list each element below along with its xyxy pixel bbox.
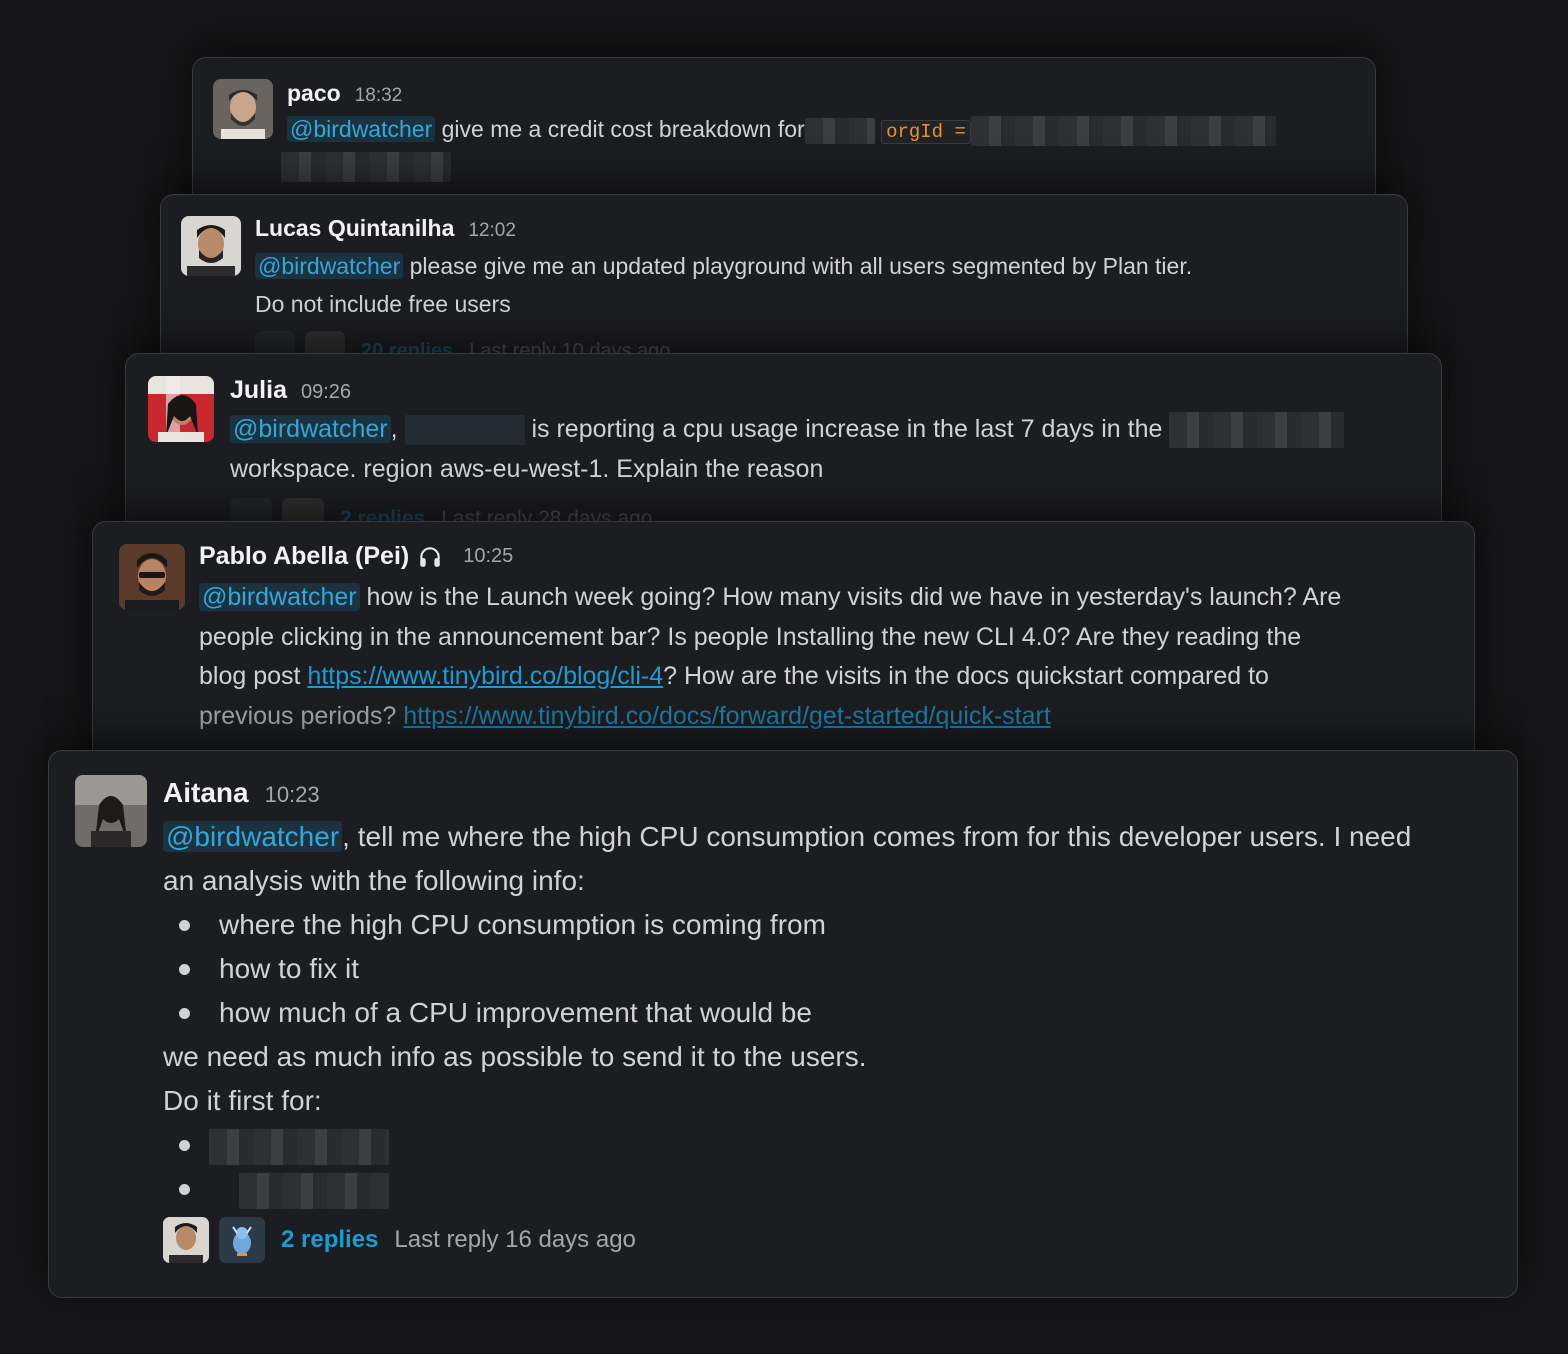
timestamp[interactable]: 12:02 xyxy=(468,220,516,242)
avatar[interactable] xyxy=(213,79,273,139)
timestamp[interactable]: 10:25 xyxy=(463,545,513,568)
user-photo-icon xyxy=(148,376,214,442)
message-text: @birdwatcher, tell me where the high CPU… xyxy=(163,815,1411,1211)
redacted-list xyxy=(163,1123,1411,1211)
message-text-part: workspace. region aws-eu-west-1. Explain… xyxy=(230,454,824,483)
message-text-part: previous periods? xyxy=(199,701,404,730)
mention-birdwatcher[interactable]: @birdwatcher xyxy=(287,116,436,142)
list-item: how to fix it xyxy=(163,947,1411,991)
user-photo-icon xyxy=(213,79,273,139)
avatar[interactable] xyxy=(75,775,147,847)
timestamp[interactable]: 09:26 xyxy=(301,381,351,404)
author-name[interactable]: Lucas Quintanilha xyxy=(255,215,454,242)
last-reply: Last reply 16 days ago xyxy=(394,1226,636,1253)
user-photo-icon xyxy=(119,544,185,610)
mention-birdwatcher[interactable]: @birdwatcher xyxy=(163,821,343,852)
replies-link[interactable]: 2 replies xyxy=(281,1226,378,1254)
bird-icon xyxy=(219,1217,265,1263)
redacted-block xyxy=(804,117,875,144)
message-text-part: blog post xyxy=(199,662,308,690)
mention-birdwatcher[interactable]: @birdwatcher xyxy=(255,253,404,279)
redacted-block xyxy=(209,1128,389,1165)
mention-birdwatcher[interactable]: @birdwatcher xyxy=(199,583,360,611)
author-name[interactable]: Julia xyxy=(230,376,287,405)
user-photo-icon xyxy=(163,1217,209,1263)
message-text-part: Do not include free users xyxy=(255,290,511,317)
avatar[interactable] xyxy=(119,544,185,610)
author-name[interactable]: Pablo Abella (Pei) xyxy=(199,542,409,571)
author-name[interactable]: paco xyxy=(287,80,341,107)
message-text-part: we need as much info as possible to send… xyxy=(163,1041,867,1072)
avatar[interactable] xyxy=(181,216,241,276)
user-photo-icon xyxy=(181,216,241,276)
headphones-icon xyxy=(417,544,443,570)
bullet-list: where the high CPU consumption is coming… xyxy=(163,903,1411,1035)
message-text: @birdwatcher please give me an updated p… xyxy=(255,249,1192,322)
timestamp[interactable]: 18:32 xyxy=(355,85,403,107)
bot-avatar[interactable] xyxy=(219,1217,265,1263)
redacted-block xyxy=(281,152,451,182)
list-item: where the high CPU consumption is coming… xyxy=(163,903,1411,947)
message-text-part: please give me an updated playground wit… xyxy=(403,253,1193,279)
timestamp[interactable]: 10:23 xyxy=(265,782,320,808)
code-snippet: orgId = xyxy=(881,120,971,144)
list-item: how much of a CPU improvement that would… xyxy=(163,991,1411,1035)
message-text: @birdwatcher, is reporting a cpu usage i… xyxy=(230,410,1345,489)
redacted-block xyxy=(239,1172,389,1209)
thread-summary[interactable]: 2 replies Last reply 16 days ago xyxy=(163,1217,636,1263)
message-text-part: ? How are the visits in the docs quickst… xyxy=(663,662,1269,690)
message-card-aitana[interactable]: Aitana 10:23 @birdwatcher, tell me where… xyxy=(48,750,1518,1298)
message-text: @birdwatcher give me a credit cost break… xyxy=(287,112,1276,148)
message-text-part: give me a credit cost breakdown for xyxy=(435,116,805,142)
redacted-block xyxy=(1169,412,1345,449)
blog-link[interactable]: https://www.tinybird.co/blog/cli-4 xyxy=(307,662,663,690)
avatar[interactable] xyxy=(163,1217,209,1263)
avatar[interactable] xyxy=(148,376,214,442)
docs-link[interactable]: https://www.tinybird.co/docs/forward/get… xyxy=(403,702,1050,730)
author-name[interactable]: Aitana xyxy=(163,777,249,809)
message-text-part: how is the Launch week going? How many v… xyxy=(359,583,1342,611)
message-text-part: , tell me where the high CPU consumption… xyxy=(342,821,1412,852)
redacted-block xyxy=(404,415,525,446)
redacted-block xyxy=(970,115,1276,146)
message-text: @birdwatcher how is the Launch week goin… xyxy=(199,578,1341,736)
mention-birdwatcher[interactable]: @birdwatcher xyxy=(230,415,391,443)
message-text-part: people clicking in the announcement bar?… xyxy=(199,622,1302,651)
message-text-part: is reporting a cpu usage increase in the… xyxy=(531,415,1163,443)
list-item xyxy=(163,1123,1411,1167)
message-text-part: Do it first for: xyxy=(163,1085,322,1116)
list-item xyxy=(163,1167,1411,1211)
message-text-part: , xyxy=(390,415,398,443)
message-text-part: an analysis with the following info: xyxy=(163,865,585,896)
user-photo-icon xyxy=(75,775,147,847)
